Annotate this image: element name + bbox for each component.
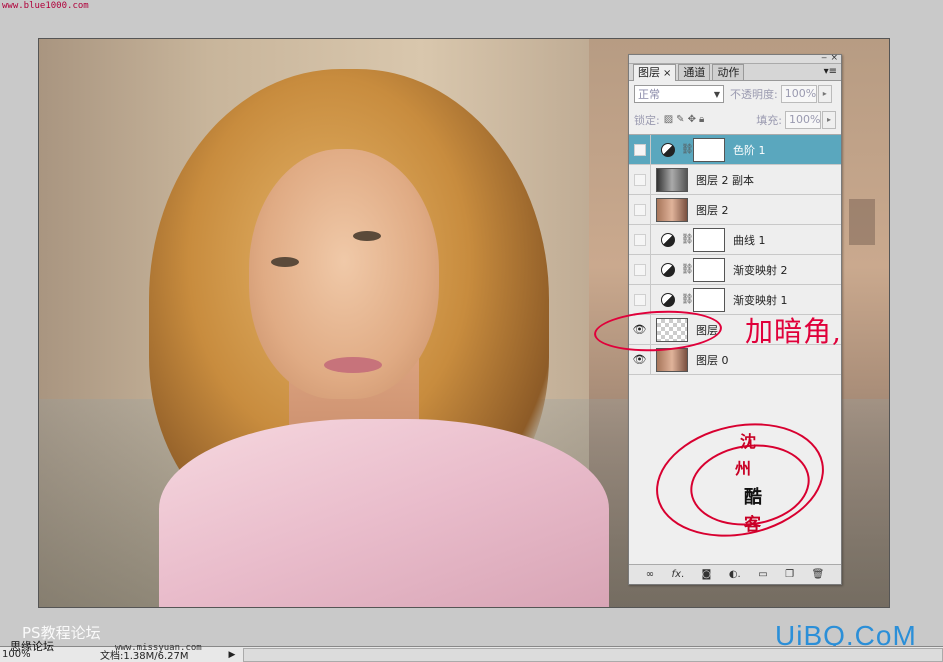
opacity-label: 不透明度: [730, 88, 778, 101]
lock-row: 锁定: ▨ ✎ ✥ 🔒︎ 填充: 100% ▸ [629, 107, 841, 132]
folder-icon[interactable]: ▭ [758, 569, 767, 580]
trash-icon[interactable]: 🗑︎ [812, 569, 825, 580]
layer-row[interactable]: ⛓︎ 曲线 1 [629, 224, 841, 255]
seal-char: 酷 [744, 487, 762, 508]
close-icon[interactable]: × [830, 53, 838, 63]
layer-thumbnail[interactable] [656, 347, 688, 372]
lock-transparent-icon[interactable]: ▨ [664, 114, 673, 125]
tab-channels[interactable]: 通道 [678, 64, 711, 80]
right-eye [353, 231, 381, 241]
fill-input[interactable]: 100% [785, 110, 821, 129]
lips [324, 357, 382, 373]
layer-row[interactable]: 图层 2 [629, 194, 841, 225]
link-icon[interactable]: ∞ [646, 569, 654, 580]
chain-link-icon[interactable]: ⛓︎ [681, 234, 694, 245]
tab-label: 图层 [638, 66, 660, 79]
blend-mode-value: 正常 [638, 88, 660, 101]
tab-actions[interactable]: 动作 [712, 64, 745, 80]
chain-link-icon[interactable]: ⛓︎ [681, 294, 694, 305]
layer-row[interactable]: ⛓︎ 色阶 1 [629, 134, 841, 165]
annotation-text: 加暗角, [745, 315, 842, 348]
seal-char: 沈 [740, 432, 757, 451]
blend-row: 正常 ▼ 不透明度: 100% ▸ [629, 81, 841, 107]
layer-mask-thumbnail[interactable] [693, 227, 725, 252]
tab-layers[interactable]: 图层 × [633, 64, 677, 81]
url-watermark: www.missyuan.com [115, 643, 202, 653]
lock-move-icon[interactable]: ✥ [688, 114, 696, 125]
visibility-toggle[interactable] [629, 194, 651, 225]
blend-mode-select[interactable]: 正常 ▼ [634, 85, 724, 103]
fill-label: 填充: [756, 113, 782, 127]
adjustment-icon[interactable]: ◐. [729, 569, 741, 580]
chain-link-icon[interactable]: ⛓︎ [681, 264, 694, 275]
adjustment-layer-icon [661, 262, 675, 277]
layer-thumbnail[interactable] [656, 197, 688, 222]
layer-name[interactable]: 渐变映射 2 [733, 262, 788, 278]
forum-watermark-2: 思缘论坛 [10, 640, 54, 653]
layer-name[interactable]: 图层 2 副本 [696, 172, 754, 188]
layer-row[interactable]: ⛓︎ 渐变映射 2 [629, 254, 841, 285]
seal-char: 州 [735, 459, 752, 478]
panel-tabs: 图层 × 通道 动作 ▾≡ [629, 64, 841, 81]
chain-link-icon[interactable]: ⛓︎ [681, 144, 694, 155]
layer-mask-thumbnail[interactable] [693, 287, 725, 312]
mask-icon[interactable]: ◙ [702, 569, 712, 580]
layer-mask-thumbnail[interactable] [693, 257, 725, 282]
lock-all-icon[interactable]: 🔒︎ [699, 114, 704, 125]
adjustment-layer-icon [661, 232, 675, 247]
layer-row[interactable]: 图层 2 副本 [629, 164, 841, 195]
layer-name[interactable]: 色阶 1 [733, 142, 766, 158]
horizontal-scrollbar[interactable] [243, 647, 943, 662]
adjustment-layer-icon [661, 142, 675, 157]
visibility-toggle[interactable] [629, 134, 651, 165]
lock-paint-icon[interactable]: ✎ [676, 114, 684, 125]
visibility-toggle[interactable] [629, 224, 651, 255]
layer-name[interactable]: 曲线 1 [733, 232, 766, 248]
opacity-input[interactable]: 100% [780, 85, 817, 103]
visibility-toggle[interactable] [629, 284, 651, 315]
lock-label: 锁定: [634, 113, 660, 127]
layer-mask-thumbnail[interactable] [693, 137, 725, 162]
shirt [159, 419, 609, 607]
layer-name[interactable]: 渐变映射 1 [733, 292, 788, 308]
new-layer-icon[interactable]: ❐ [785, 569, 794, 580]
panel-title-bar[interactable]: ‒ × [629, 53, 841, 64]
panel-menu-icon[interactable]: ▾≡ [824, 66, 837, 77]
visibility-toggle[interactable] [629, 164, 651, 195]
layer-name[interactable]: 图层 2 [696, 202, 729, 218]
layer-thumbnail[interactable] [656, 167, 688, 192]
fx-icon[interactable]: fx. [672, 569, 685, 580]
panel-footer: ∞ fx. ◙ ◐. ▭ ❐ 🗑︎ [629, 564, 841, 584]
site-watermark: www.blue1000.com [2, 1, 89, 11]
chevron-down-icon: ▼ [713, 89, 720, 99]
left-eye [271, 257, 299, 267]
seal-char: 客 [744, 515, 761, 535]
opacity-arrow-icon[interactable]: ▸ [817, 85, 832, 103]
status-menu-arrow-icon[interactable]: ▶ [229, 650, 236, 660]
layer-name[interactable]: 图层 0 [696, 352, 729, 368]
tab-label: 动作 [717, 66, 740, 79]
minimize-icon[interactable]: ‒ [821, 53, 827, 63]
lock-icons: ▨ ✎ ✥ 🔒︎ [664, 114, 705, 125]
tab-close-icon[interactable]: × [663, 68, 671, 79]
background-window [849, 199, 875, 245]
visibility-toggle[interactable] [629, 254, 651, 285]
fill-arrow-icon[interactable]: ▸ [822, 110, 836, 129]
adjustment-layer-icon [661, 292, 675, 307]
tab-label: 通道 [683, 66, 706, 79]
